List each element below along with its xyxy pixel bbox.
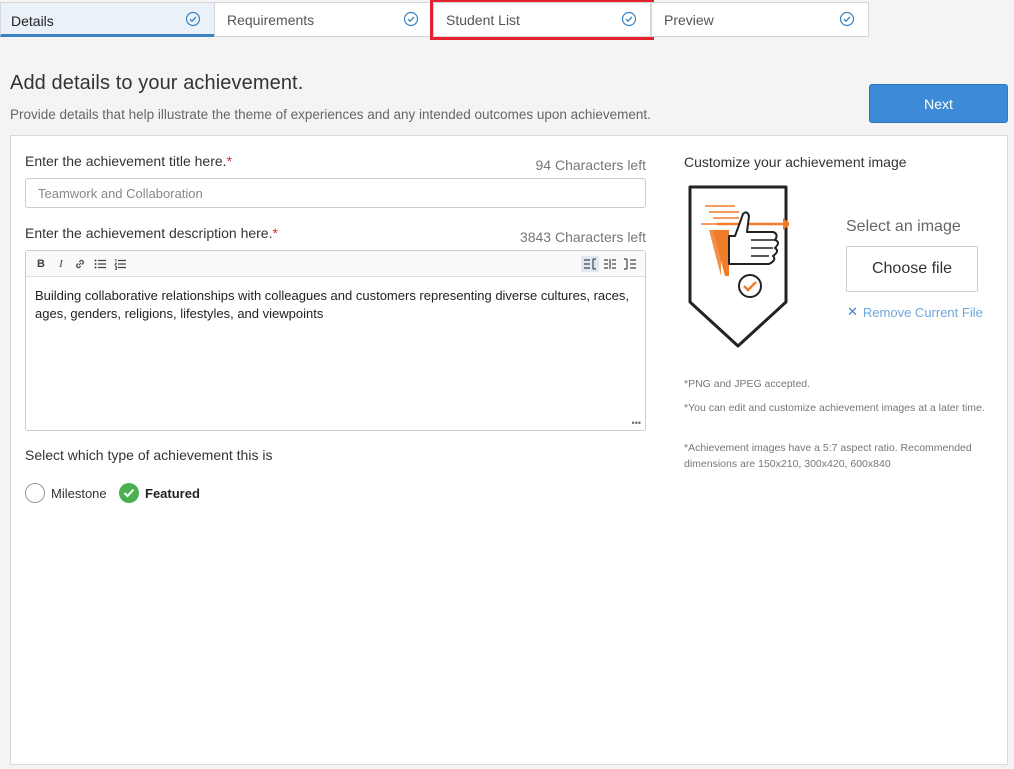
radio-checked-icon[interactable] (119, 483, 139, 503)
tab-label: Requirements (227, 12, 315, 28)
description-editor[interactable]: B I Building collaborative relationships… (25, 250, 646, 431)
page-subtitle: Provide details that help illustrate the… (10, 107, 651, 122)
achievement-type-label: Select which type of achievement this is (25, 447, 273, 463)
achievement-details-card: Enter the achievement title here.* 94 Ch… (10, 135, 1008, 765)
required-mark: * (272, 225, 278, 241)
select-image-label: Select an image (846, 218, 961, 235)
radio-label: Featured (145, 485, 200, 501)
tab-label: Student List (446, 12, 520, 28)
tab-details[interactable]: Details (0, 2, 215, 37)
remove-current-file-link[interactable]: ✕ Remove Current File (847, 304, 983, 320)
achievement-title-input[interactable] (25, 178, 646, 208)
remove-file-label: Remove Current File (862, 304, 983, 320)
image-note-aspect-ratio: *Achievement images have a 5:7 aspect ra… (684, 442, 972, 470)
next-button[interactable]: Next (869, 84, 1008, 123)
title-chars-left: 94 Characters left (535, 157, 647, 173)
radio-unchecked-icon[interactable] (25, 483, 45, 503)
link-icon (76, 259, 84, 269)
image-panel-heading: Customize your achievement image (684, 154, 907, 170)
choose-file-button[interactable]: Choose file (846, 246, 978, 292)
tab-requirements[interactable]: Requirements (214, 2, 433, 37)
view-split-right-icon (624, 258, 636, 270)
bullet-list-button[interactable] (92, 256, 108, 272)
view-split-left-icon (584, 258, 596, 270)
link-button[interactable] (72, 256, 88, 272)
bold-button[interactable]: B (33, 256, 49, 272)
check-circle-icon (621, 11, 637, 27)
numbered-list-icon (114, 259, 126, 270)
view-mode-left-button[interactable] (581, 256, 599, 272)
close-icon: ✕ (847, 304, 858, 319)
view-mode-center-button[interactable] (601, 256, 619, 272)
required-mark: * (226, 153, 233, 169)
achievement-badge-image (688, 185, 789, 348)
title-field-label: Enter the achievement title here.* (25, 153, 232, 169)
description-text[interactable]: Building collaborative relationships wit… (35, 287, 635, 323)
view-split-center-icon (604, 259, 616, 269)
italic-button[interactable]: I (53, 256, 69, 272)
bullet-list-icon (94, 259, 106, 269)
check-circle-icon (185, 11, 201, 27)
check-circle-icon (403, 11, 419, 27)
page-title: Add details to your achievement. (10, 72, 304, 94)
tab-label: Preview (664, 12, 714, 28)
radio-milestone[interactable]: Milestone (25, 482, 107, 504)
image-note-formats: *PNG and JPEG accepted. (684, 378, 811, 390)
description-field-label: Enter the achievement description here.* (25, 225, 278, 241)
check-circle-icon (839, 11, 855, 27)
title-label-text: Enter the achievement title here. (25, 153, 227, 169)
wizard-tab-bar: Details Requirements Student List Previe… (0, 0, 1014, 40)
numbered-list-button[interactable] (112, 256, 128, 272)
editor-toolbar: B I (26, 251, 645, 277)
tab-preview[interactable]: Preview (651, 2, 869, 37)
radio-featured[interactable]: Featured (119, 482, 200, 504)
tab-label: Details (11, 13, 54, 29)
view-mode-right-button[interactable] (621, 256, 639, 272)
description-chars-left: 3843 Characters left (519, 229, 646, 245)
radio-label: Milestone (51, 485, 107, 501)
tab-student-list[interactable]: Student List (430, 0, 654, 40)
image-note-edit-later: *You can edit and customize achievement … (684, 402, 985, 414)
description-label-text: Enter the achievement description here. (25, 225, 273, 241)
resize-handle-icon[interactable]: ••• (632, 418, 641, 428)
